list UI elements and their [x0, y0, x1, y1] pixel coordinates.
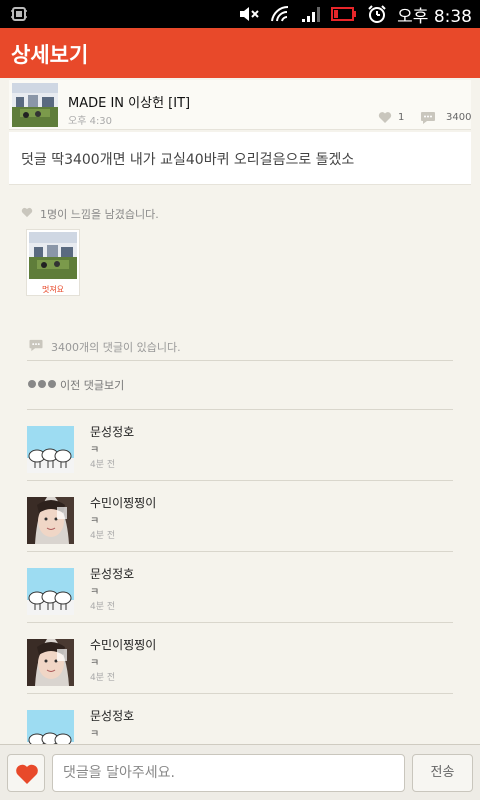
comment-item: 문성정호 ㅋ 4분 전: [27, 552, 453, 622]
post-body: 덧글 딱3400개면 내가 교실40바퀴 오리걸음으로 돌겠소: [9, 132, 471, 185]
prev-comments-label: 이전 댓글보기: [60, 379, 125, 392]
divider: [27, 360, 453, 361]
status-bar: 오후 8:38: [0, 0, 480, 28]
status-time: 오후 8:38: [397, 6, 472, 27]
comment-author[interactable]: 문성정호: [90, 423, 134, 440]
heart-icon[interactable]: [378, 111, 392, 124]
post-text: 덧글 딱3400개면 내가 교실40바퀴 오리걸음으로 돌겠소: [21, 152, 355, 168]
selfie-avatar[interactable]: [27, 639, 74, 686]
comment-bubble-icon: [29, 339, 43, 352]
heart-icon: [21, 207, 33, 218]
sheep-avatar[interactable]: [27, 426, 74, 473]
comment-time: 4분 전: [90, 531, 116, 541]
selfie-avatar[interactable]: [27, 497, 74, 544]
usb-icon: [11, 7, 27, 21]
comment-input-bar: 전송: [0, 744, 480, 800]
liker-reaction: 멋져요: [41, 285, 65, 294]
like-button[interactable]: [7, 754, 45, 792]
comment-count-text: 3400개의 댓글이 있습니다.: [51, 341, 181, 354]
liker-avatar: [29, 232, 77, 279]
wifi-icon: [271, 5, 289, 22]
post-like-count: 1: [398, 112, 405, 123]
more-dots-icon: [28, 380, 56, 388]
comment-text: ㅋ: [90, 516, 100, 527]
signal-icon: [302, 7, 321, 22]
comment-text: ㅋ: [90, 729, 100, 740]
post-author-name[interactable]: MADE IN 이상헌 [IT]: [68, 92, 190, 111]
send-button[interactable]: 전송: [412, 754, 473, 792]
title-bar: 상세보기: [0, 28, 480, 78]
post-time: 오후 4:30: [68, 116, 113, 127]
comment-text: ㅋ: [90, 658, 100, 669]
comment-bubble-icon[interactable]: [420, 111, 436, 125]
prev-comments-button[interactable]: 이전 댓글보기: [27, 368, 453, 400]
comment-author[interactable]: 수민이찡찡이: [90, 636, 156, 653]
battery-low-icon: [331, 7, 357, 21]
likes-summary: 1명이 느낌을 남겼습니다.: [40, 208, 159, 221]
alarm-icon: [368, 5, 386, 23]
post-header: MADE IN 이상헌 [IT] 오후 4:30 1 3400: [9, 80, 471, 130]
page-title: 상세보기: [11, 43, 89, 67]
comment-author[interactable]: 문성정호: [90, 565, 134, 582]
comment-time: 4분 전: [90, 460, 116, 470]
comment-time: 4분 전: [90, 673, 116, 683]
comment-time: 4분 전: [90, 602, 116, 612]
comment-input[interactable]: [52, 754, 405, 792]
post-author-avatar[interactable]: [12, 83, 58, 127]
heart-icon: [16, 764, 38, 784]
comment-item: 문성정호 ㅋ 4분 전: [27, 410, 453, 480]
comment-text: ㅋ: [90, 587, 100, 598]
mute-icon: [240, 7, 259, 21]
sheep-avatar[interactable]: [27, 568, 74, 615]
comment-text: ㅋ: [90, 445, 100, 456]
post-comment-count: 3400: [446, 112, 472, 123]
comment-author[interactable]: 수민이찡찡이: [90, 494, 156, 511]
comment-item: 수민이찡찡이 ㅋ 4분 전: [27, 623, 453, 693]
liker-card[interactable]: 멋져요: [26, 229, 80, 296]
comment-author[interactable]: 문성정호: [90, 707, 134, 724]
comment-item: 수민이찡찡이 ㅋ 4분 전: [27, 481, 453, 551]
